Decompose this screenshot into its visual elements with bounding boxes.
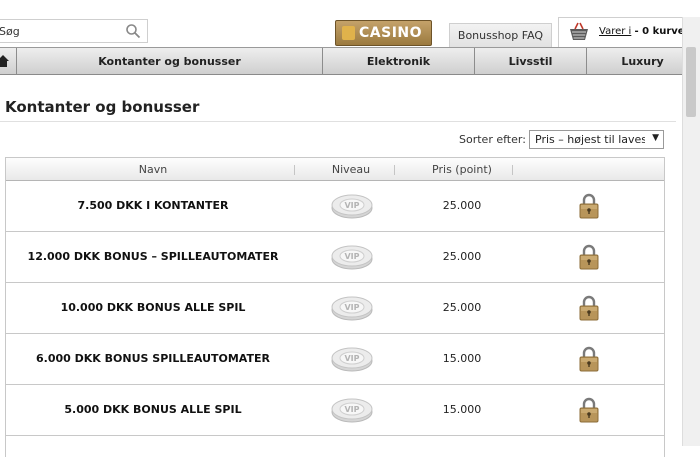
table-header: Navn Niveau Pris (point) bbox=[6, 157, 664, 181]
reward-name[interactable]: 7.500 DKK I KONTANTER bbox=[6, 181, 300, 231]
reward-price: 25.000 bbox=[442, 250, 482, 263]
rewards-table: Navn Niveau Pris (point) 7.500 DKK I KON… bbox=[5, 157, 665, 457]
table-row[interactable]: 7.500 DKK I KONTANTER VIP 25.000 bbox=[6, 181, 664, 232]
column-header-level[interactable]: Niveau bbox=[316, 158, 386, 181]
lock-icon bbox=[579, 397, 599, 423]
column-separator bbox=[512, 165, 513, 175]
scrollbar[interactable] bbox=[682, 17, 700, 446]
category-nav: Kontanter og bonusser Elektronik Livssti… bbox=[0, 47, 700, 75]
page-title: Kontanter og bonusser bbox=[5, 98, 200, 116]
sort-selected-value: Pris – højest til lavest bbox=[535, 133, 645, 146]
home-icon[interactable] bbox=[0, 54, 10, 68]
vip-level-icon: VIP bbox=[331, 194, 373, 219]
search-input[interactable]: Søg bbox=[0, 25, 20, 38]
cart-tab[interactable]: Varer i - 0 kurven bbox=[558, 17, 700, 47]
vip-level-icon: VIP bbox=[331, 398, 373, 423]
vip-label: VIP bbox=[344, 201, 359, 210]
nav-item-elektronik[interactable]: Elektronik bbox=[322, 48, 474, 75]
lock-icon bbox=[579, 346, 599, 372]
nav-item-livsstil[interactable]: Livsstil bbox=[474, 48, 586, 75]
scrollbar-thumb[interactable] bbox=[686, 47, 696, 117]
sort-select[interactable]: Pris – højest til lavest ▼ bbox=[529, 130, 664, 149]
basket-icon bbox=[570, 22, 588, 40]
table-row[interactable]: 6.000 DKK BONUS SPILLEAUTOMATER VIP 15.0… bbox=[6, 334, 664, 385]
tab-bonusshop-faq[interactable]: Bonusshop FAQ bbox=[449, 23, 552, 47]
reward-price: 15.000 bbox=[442, 403, 482, 416]
dropdown-arrow-icon: ▼ bbox=[652, 133, 659, 143]
reward-price: 25.000 bbox=[442, 301, 482, 314]
lock-icon bbox=[579, 295, 599, 321]
lock-icon bbox=[579, 193, 599, 219]
reward-name[interactable]: 12.000 DKK BONUS – SPILLEAUTOMATER bbox=[6, 232, 300, 282]
casino-logo-icon bbox=[342, 26, 355, 40]
search-box[interactable]: Søg bbox=[0, 19, 148, 43]
vip-label: VIP bbox=[344, 354, 359, 363]
vip-level-icon: VIP bbox=[331, 245, 373, 270]
divider bbox=[0, 121, 676, 122]
casino-label: CASINO bbox=[359, 25, 423, 41]
vip-label: VIP bbox=[344, 303, 359, 312]
sort-label: Sorter efter: bbox=[459, 133, 526, 146]
table-row[interactable]: 10.000 DKK BONUS ALLE SPIL VIP 25.000 bbox=[6, 283, 664, 334]
reward-name[interactable]: 10.000 DKK BONUS ALLE SPIL bbox=[6, 283, 300, 333]
vip-level-icon: VIP bbox=[331, 296, 373, 321]
table-row[interactable]: 5.000 DKK BONUS ALLE SPIL VIP 15.000 bbox=[6, 385, 664, 436]
nav-item-kontanter[interactable]: Kontanter og bonusser bbox=[16, 48, 322, 75]
cart-link[interactable]: Varer i bbox=[599, 26, 631, 37]
vip-level-icon: VIP bbox=[331, 347, 373, 372]
column-separator bbox=[294, 165, 295, 175]
casino-button[interactable]: CASINO bbox=[335, 20, 432, 46]
lock-icon bbox=[579, 244, 599, 270]
vip-label: VIP bbox=[344, 405, 359, 414]
reward-name[interactable]: 5.000 DKK BONUS ALLE SPIL bbox=[6, 385, 300, 435]
column-header-price[interactable]: Pris (point) bbox=[402, 158, 522, 181]
search-icon[interactable] bbox=[125, 23, 141, 39]
table-row[interactable]: 12.000 DKK BONUS – SPILLEAUTOMATER VIP 2… bbox=[6, 232, 664, 283]
column-separator bbox=[394, 165, 395, 175]
top-bar: Søg CASINO Bonusshop FAQ Varer i - 0 kur… bbox=[0, 0, 700, 47]
cart-summary: Varer i - 0 kurven bbox=[599, 26, 692, 37]
column-header-name[interactable]: Navn bbox=[6, 158, 300, 181]
column-header-action bbox=[522, 158, 662, 181]
reward-price: 15.000 bbox=[442, 352, 482, 365]
reward-name[interactable]: 6.000 DKK BONUS SPILLEAUTOMATER bbox=[6, 334, 300, 384]
reward-price: 25.000 bbox=[442, 199, 482, 212]
vip-label: VIP bbox=[344, 252, 359, 261]
